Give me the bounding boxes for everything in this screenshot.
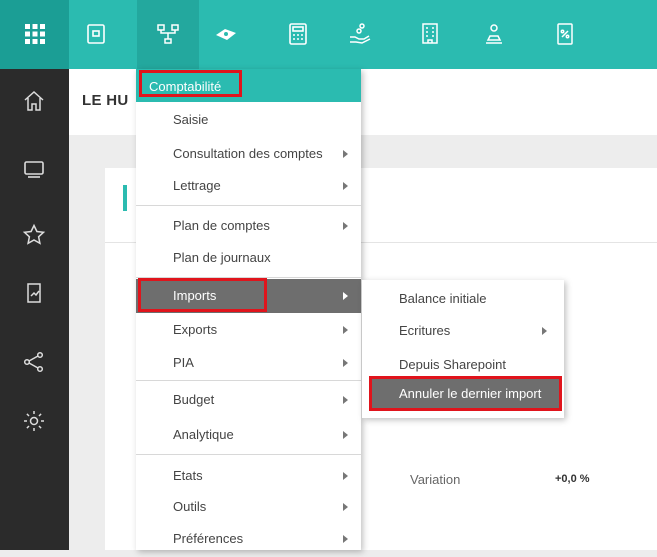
menu-item-label: Lettrage	[173, 178, 221, 193]
menu-item-plan-de-comptes[interactable]: Plan de comptes	[136, 208, 361, 244]
apps-menu-button[interactable]	[0, 0, 69, 69]
submenu-arrow-icon	[343, 292, 348, 300]
menu-header[interactable]: Comptabilité	[136, 69, 361, 102]
star-icon[interactable]	[22, 223, 46, 247]
menu-item-label: Consultation des comptes	[173, 146, 323, 161]
highlight-box-menu-title	[139, 70, 242, 97]
ledger-icon[interactable]	[84, 22, 108, 46]
menu-item-pia[interactable]: PIA	[136, 345, 361, 381]
comptabilite-menu: Comptabilité Saisie Consultation des com…	[136, 69, 361, 550]
menu-item-saisie[interactable]: Saisie	[136, 102, 361, 138]
submenu-arrow-icon	[343, 182, 348, 190]
submenu-item-ecritures[interactable]: Ecritures	[362, 314, 564, 348]
highlight-box-imports	[138, 278, 267, 312]
submenu-arrow-icon	[343, 503, 348, 511]
calculator-icon[interactable]	[286, 22, 310, 46]
menu-item-budget[interactable]: Budget	[136, 382, 361, 418]
menu-item-lettrage[interactable]: Lettrage	[136, 168, 361, 204]
menu-item-label: Outils	[173, 499, 207, 514]
menu-item-exports[interactable]: Exports	[136, 312, 361, 348]
chart-doc-icon[interactable]	[22, 281, 46, 305]
menu-item-outils[interactable]: Outils	[136, 489, 361, 525]
imports-submenu: Balance initiale Ecritures Depuis Sharep…	[362, 280, 564, 418]
menu-item-plan-de-journaux[interactable]: Plan de journaux	[136, 240, 361, 276]
menu-item-label: Budget	[173, 392, 215, 407]
hand-coins-icon[interactable]	[348, 22, 372, 46]
menu-item-label: Etats	[173, 468, 203, 483]
apps-grid-icon	[23, 22, 47, 46]
submenu-arrow-icon	[343, 150, 348, 158]
menu-item-label: Analytique	[173, 427, 234, 442]
share-icon[interactable]	[22, 350, 46, 374]
submenu-arrow-icon	[343, 222, 348, 230]
submenu-arrow-icon	[343, 326, 348, 334]
submenu-item-label: Ecritures	[399, 323, 451, 338]
variation-value: +0,0 %	[555, 473, 590, 485]
home-icon[interactable]	[22, 89, 46, 113]
submenu-item-balance-initiale[interactable]: Balance initiale	[362, 282, 564, 316]
submenu-arrow-icon	[343, 535, 348, 543]
menu-item-label: Saisie	[173, 112, 209, 127]
left-sidebar	[0, 69, 69, 550]
money-icon[interactable]	[214, 22, 238, 46]
menu-separator	[136, 205, 361, 206]
menu-item-label: Plan de journaux	[173, 250, 271, 265]
submenu-arrow-icon	[343, 396, 348, 404]
monitor-icon[interactable]	[22, 157, 46, 181]
menu-separator	[136, 380, 361, 381]
submenu-arrow-icon	[343, 472, 348, 480]
org-chart-icon[interactable]	[156, 22, 180, 46]
user-stamp-icon[interactable]	[482, 22, 506, 46]
submenu-item-label: Depuis Sharepoint	[399, 357, 506, 372]
top-navigation-bar	[0, 0, 657, 69]
menu-item-analytique[interactable]: Analytique	[136, 417, 361, 453]
menu-item-consultation-des-comptes[interactable]: Consultation des comptes	[136, 136, 361, 172]
menu-item-preferences[interactable]: Préférences	[136, 521, 361, 557]
submenu-arrow-icon	[343, 359, 348, 367]
submenu-item-label: Balance initiale	[399, 291, 487, 306]
building-icon[interactable]	[418, 22, 442, 46]
percent-doc-icon[interactable]	[553, 22, 577, 46]
menu-separator	[136, 454, 361, 455]
menu-item-label: PIA	[173, 355, 194, 370]
page-title: LE HU	[82, 92, 129, 109]
submenu-arrow-icon	[343, 431, 348, 439]
menu-item-label: Plan de comptes	[173, 218, 270, 233]
card-accent-bar	[123, 185, 127, 211]
submenu-arrow-icon	[542, 327, 547, 335]
variation-label: Variation	[410, 472, 461, 487]
menu-item-label: Préférences	[173, 531, 244, 546]
highlight-box-annuler	[369, 376, 562, 411]
gear-icon[interactable]	[22, 409, 46, 433]
menu-item-label: Exports	[173, 322, 218, 337]
